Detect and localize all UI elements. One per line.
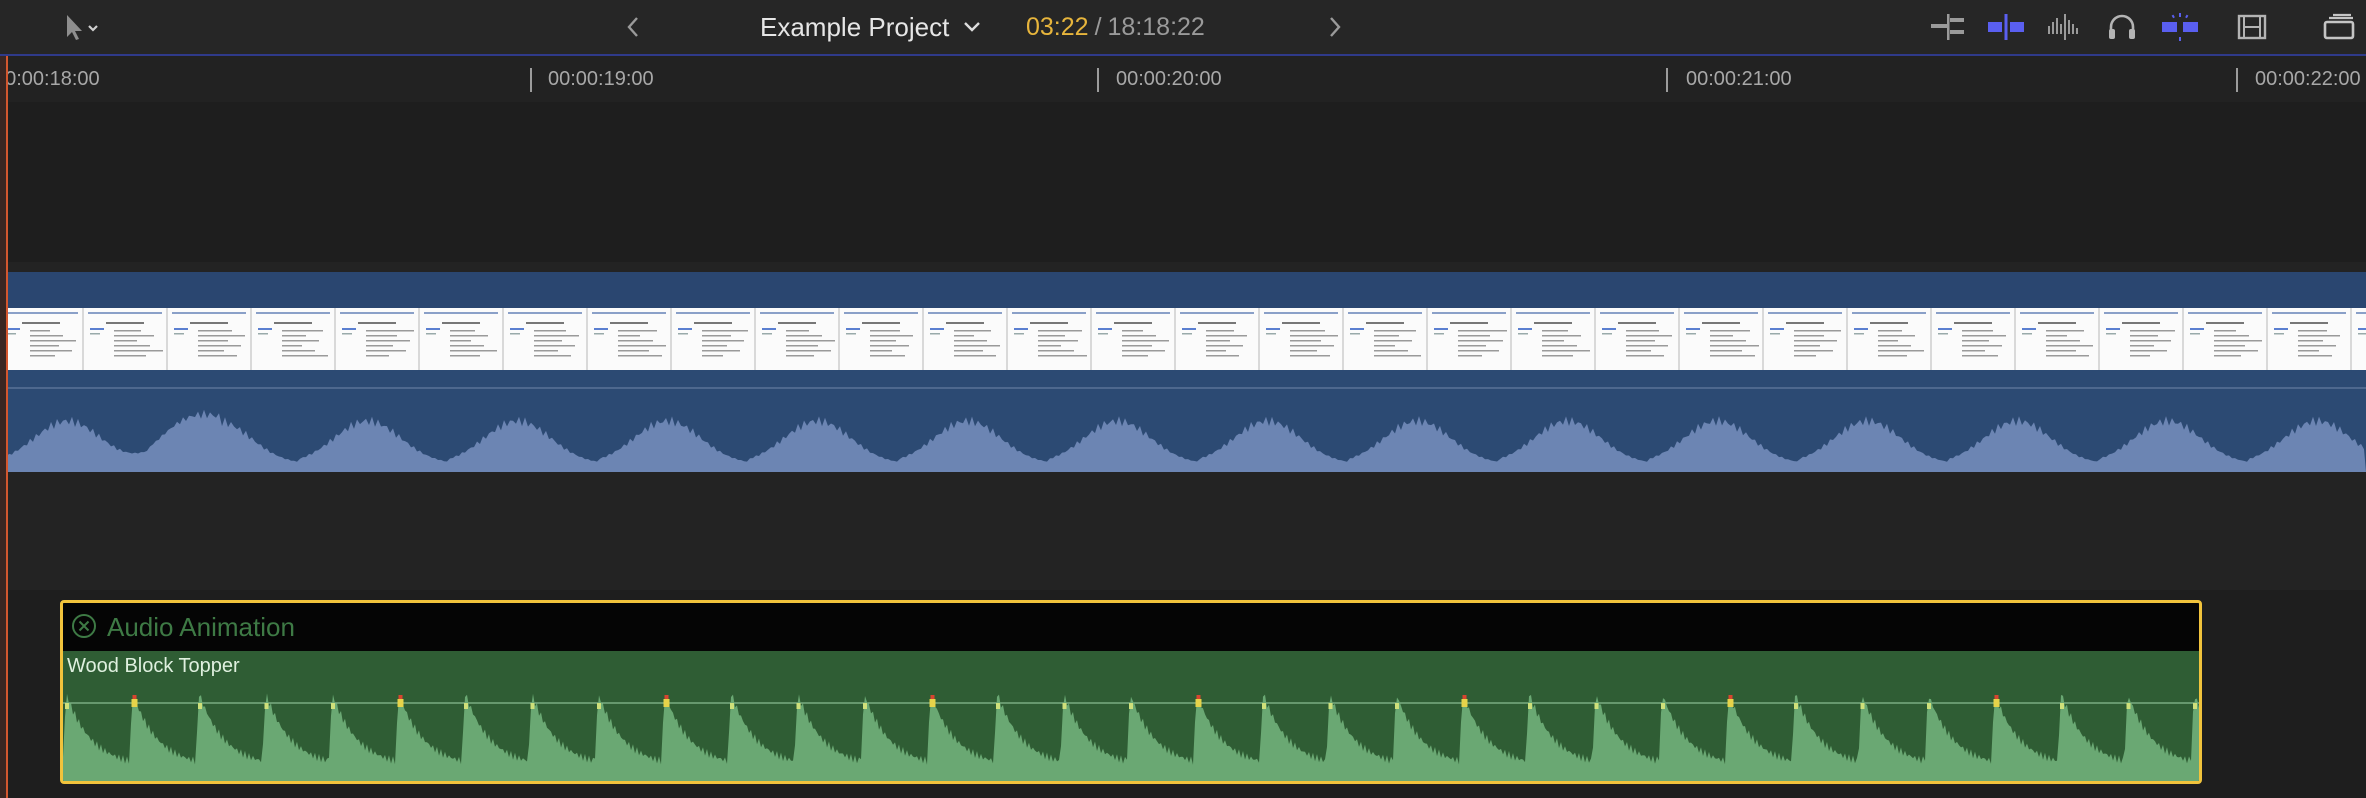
- timecode-total: 18:18:22: [1107, 12, 1205, 41]
- playhead[interactable]: [6, 56, 8, 798]
- video-audio-waveform: [0, 370, 2366, 472]
- arrow-select-tool-icon: [67, 15, 98, 40]
- close-circle-icon[interactable]: [71, 613, 97, 639]
- solo-button[interactable]: [2102, 12, 2142, 42]
- audio-waveform: [63, 693, 2199, 781]
- video-filmstrip: [0, 308, 2366, 370]
- audio-clip-name: Wood Block Topper: [67, 655, 240, 677]
- ruler-label: 00:00:22:00: [2255, 68, 2361, 90]
- time-ruler[interactable]: 00:00:18:00 00:00:19:00 00:00:20:00 00:0…: [0, 56, 2366, 102]
- headphones-icon: [2109, 14, 2135, 39]
- video-clip-title-bar: [0, 272, 2366, 308]
- video-clip[interactable]: [0, 272, 2366, 472]
- audio-effect-label: Audio Animation: [107, 612, 295, 642]
- project-title: Example Project: [760, 11, 950, 42]
- next-project-button[interactable]: [1320, 12, 1350, 42]
- ruler-label: 00:00:18:00: [0, 68, 100, 90]
- ruler-label: 00:00:21:00: [1686, 68, 1792, 90]
- chevron-right-icon: [1330, 17, 1341, 37]
- audio-skimming-button[interactable]: [2044, 12, 2084, 42]
- audio-clip-selected[interactable]: Audio Animation Wood Block Topper: [60, 600, 2202, 784]
- audio-effect-bar: Audio Animation: [63, 603, 2199, 651]
- ruler-tick: [530, 68, 532, 92]
- ruler-tick: [2236, 68, 2238, 92]
- skimming-button[interactable]: [1986, 12, 2026, 42]
- index-button[interactable]: [1928, 12, 1968, 42]
- ruler-label: 00:00:20:00: [1116, 68, 1222, 90]
- timecode-separator: /: [1094, 12, 1102, 41]
- chevron-left-icon: [627, 17, 638, 37]
- filmstrip-icon: [2237, 14, 2267, 40]
- ruler-tick: [1097, 68, 1099, 92]
- timecode-current: 03:22: [1026, 12, 1089, 41]
- timeline-history-button[interactable]: [2316, 12, 2362, 42]
- select-tool-menu[interactable]: [46, 12, 112, 42]
- snapping-icon: [2162, 13, 2198, 41]
- project-title-menu[interactable]: Example Project: [760, 10, 981, 44]
- ruler-tick: [1666, 68, 1668, 92]
- filmstrip-thumbnails: [0, 308, 2366, 370]
- audio-skimming-icon: [2048, 14, 2078, 40]
- audio-clip-body: Wood Block Topper: [63, 651, 2199, 781]
- previous-project-button[interactable]: [618, 12, 648, 42]
- waveform-graphic: [0, 387, 2366, 472]
- timeline-tracks[interactable]: Audio Animation Wood Block Topper: [0, 102, 2366, 798]
- ruler-label: 00:00:19:00: [548, 68, 654, 90]
- snapping-button[interactable]: [2160, 12, 2200, 42]
- timeline-toolbar: Example Project 03:22 / 18:18:22: [0, 0, 2366, 56]
- chevron-down-icon: [964, 22, 981, 32]
- timecode-display: 03:22 / 18:18:22: [1026, 10, 1205, 44]
- index-icon: [1931, 14, 1964, 40]
- clip-appearance-button[interactable]: [2232, 12, 2272, 42]
- skimming-icon: [1988, 14, 2024, 40]
- stacked-windows-icon: [2323, 13, 2355, 40]
